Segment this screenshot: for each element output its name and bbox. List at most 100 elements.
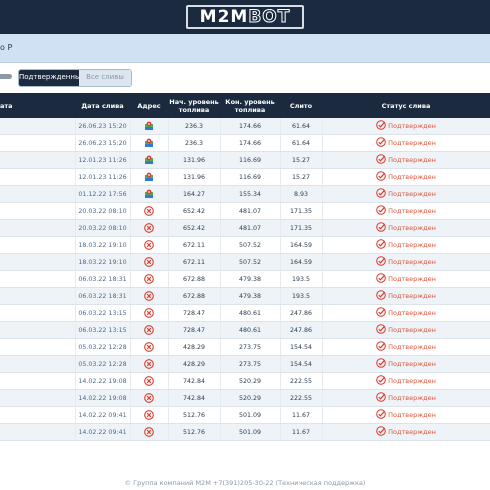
cell-address[interactable] xyxy=(130,338,169,356)
cell-status[interactable]: Подтвержден xyxy=(322,219,490,237)
table-row[interactable]: 18.03.22 19:10 672.11 507.52 164.59 Подтверж… xyxy=(0,253,490,271)
cell-status[interactable]: Подтвержден xyxy=(322,168,490,186)
status-label[interactable]: Подтвержден xyxy=(388,360,436,368)
table-row[interactable]: 20.03.22 08:10 652.42 481.07 171.35 Подтверж… xyxy=(0,219,490,237)
cell-end-level: 481.07 xyxy=(220,202,281,220)
cell-address[interactable] xyxy=(130,185,169,203)
status-label[interactable]: Подтвержден xyxy=(388,411,436,419)
no-address-icon xyxy=(144,291,154,301)
cell-address[interactable] xyxy=(130,423,169,441)
status-label[interactable]: Подтвержден xyxy=(388,224,436,232)
cell-start-level: 236.3 xyxy=(168,118,221,135)
cell-address[interactable] xyxy=(130,151,169,169)
m2mbot-logo[interactable]: M2MBOT xyxy=(186,5,304,29)
status-label[interactable]: Подтвержден xyxy=(388,275,436,283)
col-header-truncated[interactable]: ата xyxy=(0,93,75,118)
status-label[interactable]: Подтвержден xyxy=(388,326,436,334)
status-label[interactable]: Подтвержден xyxy=(388,241,436,249)
cell-address[interactable] xyxy=(130,304,169,322)
status-label[interactable]: Подтвержден xyxy=(388,139,436,147)
cell-address[interactable] xyxy=(130,168,169,186)
table-row[interactable]: 12.01.23 11:26 131.96 116.69 15.27 Подтвержд… xyxy=(0,151,490,169)
status-label[interactable]: Подтвержден xyxy=(388,428,436,436)
cell-start-level: 164.27 xyxy=(168,185,221,203)
map-marker-icon[interactable] xyxy=(144,155,154,164)
table-row[interactable]: 06.03.22 13:15 728.47 480.61 247.86 Подтверж… xyxy=(0,304,490,322)
cell-status[interactable]: Подтвержден xyxy=(322,134,490,152)
col-header-drained[interactable]: Слито xyxy=(280,93,322,118)
table-row[interactable]: 14.02.22 09:41 512.76 501.09 11.67 Подтвержд… xyxy=(0,423,490,441)
col-header-address[interactable]: Адрес xyxy=(130,93,168,118)
cell-truncated xyxy=(0,338,76,356)
map-marker-icon[interactable] xyxy=(144,121,154,130)
table-row[interactable]: 01.12.22 17:56 164.27 155.34 8.93 Подтвержде… xyxy=(0,185,490,203)
cell-address[interactable] xyxy=(130,389,169,407)
table-row[interactable]: 12.01.23 11:26 131.96 116.69 15.27 Подтвержд… xyxy=(0,168,490,186)
cell-address[interactable] xyxy=(130,134,169,152)
cell-address[interactable] xyxy=(130,219,169,237)
status-label[interactable]: Подтвержден xyxy=(388,309,436,317)
status-label[interactable]: Подтвержден xyxy=(388,292,436,300)
table-row[interactable]: 06.03.22 13:15 728.47 480.61 247.86 Подтверж… xyxy=(0,321,490,339)
cell-address[interactable] xyxy=(130,372,169,390)
map-marker-icon[interactable] xyxy=(144,138,154,147)
table-row[interactable]: 06.03.22 18:31 672.88 479.38 193.5 Подтвержд… xyxy=(0,287,490,305)
map-marker-icon[interactable] xyxy=(144,172,154,181)
table-row[interactable]: 26.06.23 15:20 236.3 174.66 61.64 Подтвержде… xyxy=(0,134,490,152)
cell-status[interactable]: Подтвержден xyxy=(322,236,490,254)
cell-status[interactable]: Подтвержден xyxy=(322,287,490,305)
map-marker-icon[interactable] xyxy=(144,189,154,198)
table-row[interactable]: 14.02.22 19:08 742.84 520.29 222.55 Подтверж… xyxy=(0,389,490,407)
status-label[interactable]: Подтвержден xyxy=(388,343,436,351)
toggle-switch[interactable] xyxy=(0,74,12,79)
cell-status[interactable]: Подтвержден xyxy=(322,338,490,356)
cell-address[interactable] xyxy=(130,406,169,424)
cell-status[interactable]: Подтвержден xyxy=(322,118,490,135)
cell-status[interactable]: Подтвержден xyxy=(322,253,490,271)
all-drains-tab[interactable]: Все сливы xyxy=(79,70,131,86)
table-row[interactable]: 18.03.22 19:10 672.11 507.52 164.59 Подтверж… xyxy=(0,236,490,254)
table-row[interactable]: 14.02.22 09:41 512.76 501.09 11.67 Подтвержд… xyxy=(0,406,490,424)
status-label[interactable]: Подтвержден xyxy=(388,207,436,215)
cell-status[interactable]: Подтвержден xyxy=(322,202,490,220)
cell-address[interactable] xyxy=(130,355,169,373)
cell-status[interactable]: Подтвержден xyxy=(322,321,490,339)
cell-date: 14.02.22 19:08 xyxy=(75,372,131,390)
cell-status[interactable]: Подтвержден xyxy=(322,185,490,203)
cell-truncated xyxy=(0,270,76,288)
cell-address[interactable] xyxy=(130,118,169,135)
cell-status[interactable]: Подтвержден xyxy=(322,304,490,322)
table-row[interactable]: 26.06.23 15:20 236.3 174.66 61.64 Подтвержде… xyxy=(0,118,490,135)
col-header-start-level[interactable]: Нач. уровень топлива xyxy=(168,93,220,118)
cell-status[interactable]: Подтвержден xyxy=(322,372,490,390)
status-label[interactable]: Подтвержден xyxy=(388,258,436,266)
confirmed-tab[interactable]: Подтвержденные xyxy=(19,70,85,86)
table-row[interactable]: 20.03.22 08:10 652.42 481.07 171.35 Подтверж… xyxy=(0,202,490,220)
status-label[interactable]: Подтвержден xyxy=(388,377,436,385)
table-row[interactable]: 06.03.22 18:31 672.88 479.38 193.5 Подтвержд… xyxy=(0,270,490,288)
cell-address[interactable] xyxy=(130,287,169,305)
cell-address[interactable] xyxy=(130,236,169,254)
status-label[interactable]: Подтвержден xyxy=(388,122,436,130)
cell-address[interactable] xyxy=(130,321,169,339)
cell-status[interactable]: Подтвержден xyxy=(322,270,490,288)
col-header-status[interactable]: Статус слива xyxy=(322,93,490,118)
col-header-date[interactable]: Дата слива xyxy=(75,93,130,118)
cell-address[interactable] xyxy=(130,270,169,288)
table-row[interactable]: 05.03.22 12:28 428.29 273.75 154.54 Подтверж… xyxy=(0,355,490,373)
cell-status[interactable]: Подтвержден xyxy=(322,389,490,407)
status-label[interactable]: Подтвержден xyxy=(388,190,436,198)
footer-copyright: © Группа компаний М2М +7(391)205-30-22 (… xyxy=(124,479,366,487)
cell-status[interactable]: Подтвержден xyxy=(322,151,490,169)
col-header-end-level[interactable]: Кон. уровень топлива xyxy=(220,93,280,118)
cell-status[interactable]: Подтвержден xyxy=(322,355,490,373)
status-label[interactable]: Подтвержден xyxy=(388,394,436,402)
cell-address[interactable] xyxy=(130,202,169,220)
status-label[interactable]: Подтвержден xyxy=(388,156,436,164)
cell-status[interactable]: Подтвержден xyxy=(322,406,490,424)
cell-status[interactable]: Подтвержден xyxy=(322,423,490,441)
cell-address[interactable] xyxy=(130,253,169,271)
table-row[interactable]: 05.03.22 12:28 428.29 273.75 154.54 Подтверж… xyxy=(0,338,490,356)
status-label[interactable]: Подтвержден xyxy=(388,173,436,181)
table-row[interactable]: 14.02.22 19:08 742.84 520.29 222.55 Подтверж… xyxy=(0,372,490,390)
